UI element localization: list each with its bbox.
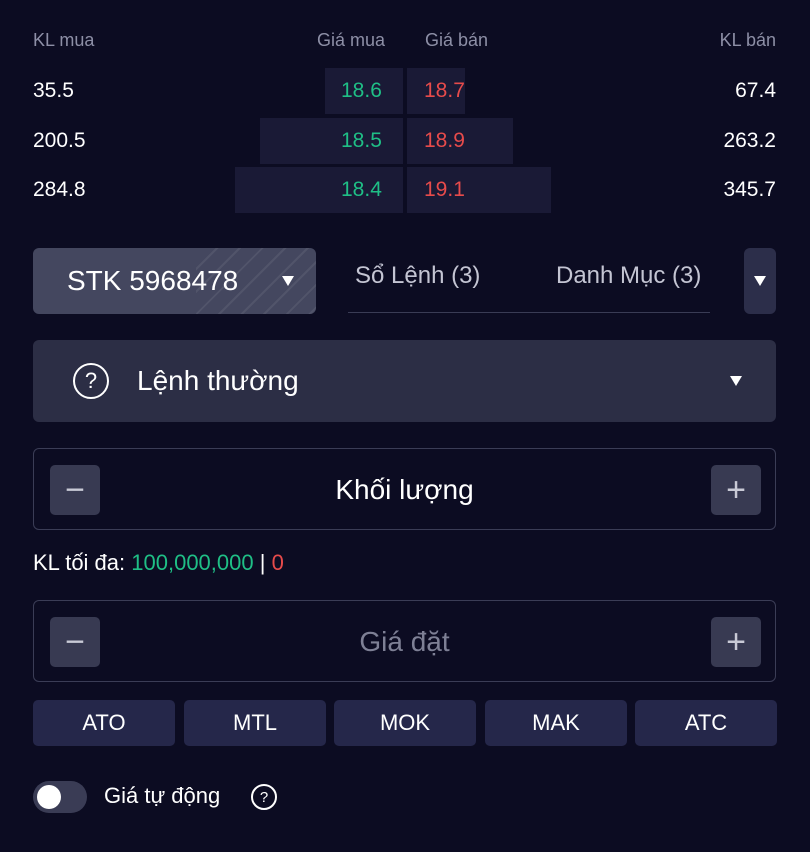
plus-icon: +	[726, 622, 746, 661]
tabs-more-button[interactable]	[744, 248, 776, 314]
chevron-down-icon	[282, 276, 294, 286]
account-selector[interactable]: STK 5968478	[33, 248, 316, 314]
minus-icon: −	[65, 622, 85, 661]
sell-price[interactable]: 18.7	[424, 68, 465, 114]
order-book-row[interactable]: 284.8 18.4 19.1 345.7	[0, 167, 810, 213]
plus-button[interactable]: +	[711, 617, 761, 667]
max-quantity-label: KL tối đa:	[33, 550, 126, 575]
max-quantity-line: KL tối đa: 100,000,000 | 0	[33, 550, 284, 576]
price-input[interactable]	[114, 601, 695, 683]
tab-order-book[interactable]: Sổ Lệnh (3)	[355, 262, 480, 290]
mtl-button[interactable]: MTL	[184, 700, 326, 746]
header-buy-volume: KL mua	[33, 30, 95, 50]
max-quantity-value: 100,000,000	[131, 550, 254, 575]
header-sell-volume: KL bán	[719, 30, 776, 50]
tabs-underline	[348, 312, 710, 313]
plus-button[interactable]: +	[711, 465, 761, 515]
help-icon[interactable]: ?	[251, 784, 277, 810]
quantity-input[interactable]	[114, 449, 695, 531]
buy-volume: 35.5	[33, 79, 74, 102]
header-buy-price: Giá mua	[317, 30, 386, 50]
minus-button[interactable]: −	[50, 617, 100, 667]
price-stepper[interactable]: − +	[33, 600, 776, 683]
max-quantity-separator: |	[259, 550, 266, 575]
auto-price-label: Giá tự động	[104, 783, 221, 808]
order-type-label: Lệnh thường	[137, 365, 299, 396]
ato-button[interactable]: ATO	[33, 700, 175, 746]
header-sell-price: Giá bán	[425, 30, 489, 50]
sell-volume: 345.7	[723, 178, 776, 201]
max-quantity-zero: 0	[271, 550, 284, 575]
account-label: STK 5968478	[67, 265, 239, 296]
mak-button[interactable]: MAK	[485, 700, 627, 746]
buy-volume: 284.8	[33, 178, 86, 201]
buy-volume: 200.5	[33, 129, 86, 152]
chevron-down-icon	[730, 376, 742, 386]
chevron-down-icon	[754, 276, 766, 286]
minus-icon: −	[65, 470, 85, 509]
sell-volume: 67.4	[735, 79, 776, 102]
plus-icon: +	[726, 470, 746, 509]
atc-button[interactable]: ATC	[635, 700, 777, 746]
sell-price[interactable]: 18.9	[424, 118, 465, 164]
quantity-stepper[interactable]: − +	[33, 448, 776, 531]
mok-button[interactable]: MOK	[334, 700, 476, 746]
tab-portfolio[interactable]: Danh Mục (3)	[556, 262, 701, 290]
sell-volume: 263.2	[723, 129, 776, 152]
buy-price[interactable]: 18.4	[341, 167, 382, 213]
sell-price[interactable]: 19.1	[424, 167, 465, 213]
toggle-knob	[37, 785, 61, 809]
order-book-row[interactable]: 200.5 18.5 18.9 263.2	[0, 118, 810, 164]
buy-price[interactable]: 18.5	[341, 118, 382, 164]
help-icon[interactable]: ?	[73, 363, 109, 399]
buy-price[interactable]: 18.6	[341, 68, 382, 114]
order-type-select[interactable]: ? Lệnh thường	[33, 340, 776, 422]
order-book-row[interactable]: 35.5 18.6 18.7 67.4	[0, 68, 810, 114]
minus-button[interactable]: −	[50, 465, 100, 515]
auto-price-toggle[interactable]	[33, 781, 87, 813]
